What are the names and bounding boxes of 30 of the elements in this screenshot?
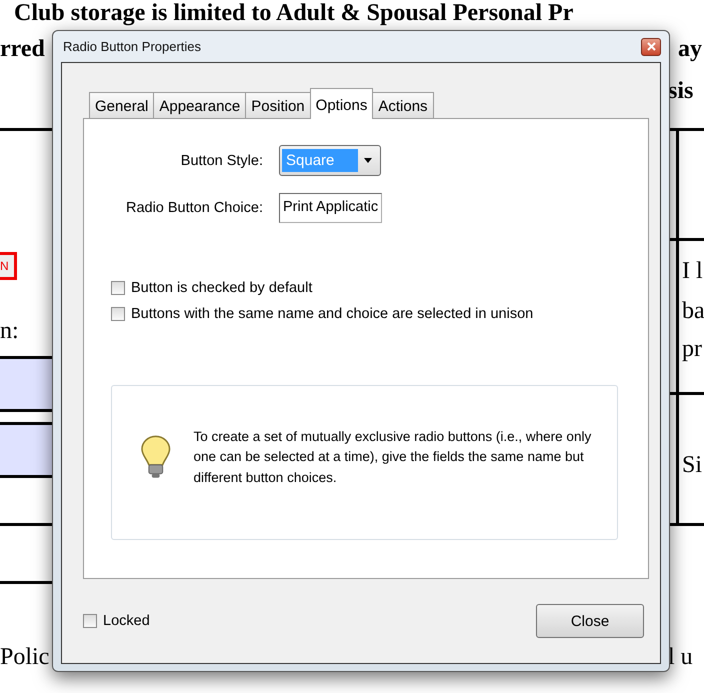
- checkbox-label: Button is checked by default: [131, 280, 312, 296]
- document-text: n:: [0, 318, 19, 345]
- document-text: rred: [0, 36, 45, 62]
- checkbox-label: Buttons with the same name and choice are selected in unison: [131, 306, 534, 322]
- document-text: Si: [682, 452, 702, 479]
- tip-text: To create a set of mutually exclusive radio buttons (i.e., where only one can be selected at a time), give the fields the same name but different button choices.: [194, 428, 592, 487]
- document-text: sis: [668, 78, 694, 104]
- document-text: pr: [682, 336, 702, 363]
- form-field[interactable]: N: [0, 252, 17, 280]
- tab[interactable]: General: [89, 92, 154, 118]
- window-title: Radio Button Properties: [62, 39, 202, 54]
- input-field[interactable]: Print Applicatic: [279, 193, 382, 223]
- checkbox-label: Locked: [103, 613, 150, 629]
- document-text: ay: [678, 36, 702, 62]
- tab[interactable]: Position: [245, 92, 311, 118]
- document-text: ba: [682, 298, 704, 325]
- document-text: l u: [668, 644, 693, 671]
- tab[interactable]: Appearance: [153, 92, 246, 118]
- field-label: Button Style:: [180, 152, 263, 168]
- field-label: Radio Button Choice:: [126, 200, 263, 216]
- checkbox[interactable]: [111, 281, 125, 295]
- close-button[interactable]: Close: [536, 604, 644, 638]
- document-text: I l: [682, 258, 703, 285]
- checkbox[interactable]: [83, 614, 97, 628]
- document-text: Polic: [0, 644, 50, 671]
- tab[interactable]: Actions: [372, 92, 434, 118]
- document-text: Club storage is limited to Adult & Spousal Personal Pr: [14, 0, 574, 26]
- close-icon[interactable]: [641, 38, 661, 56]
- tab[interactable]: Options: [310, 88, 374, 119]
- checkbox[interactable]: [111, 307, 125, 321]
